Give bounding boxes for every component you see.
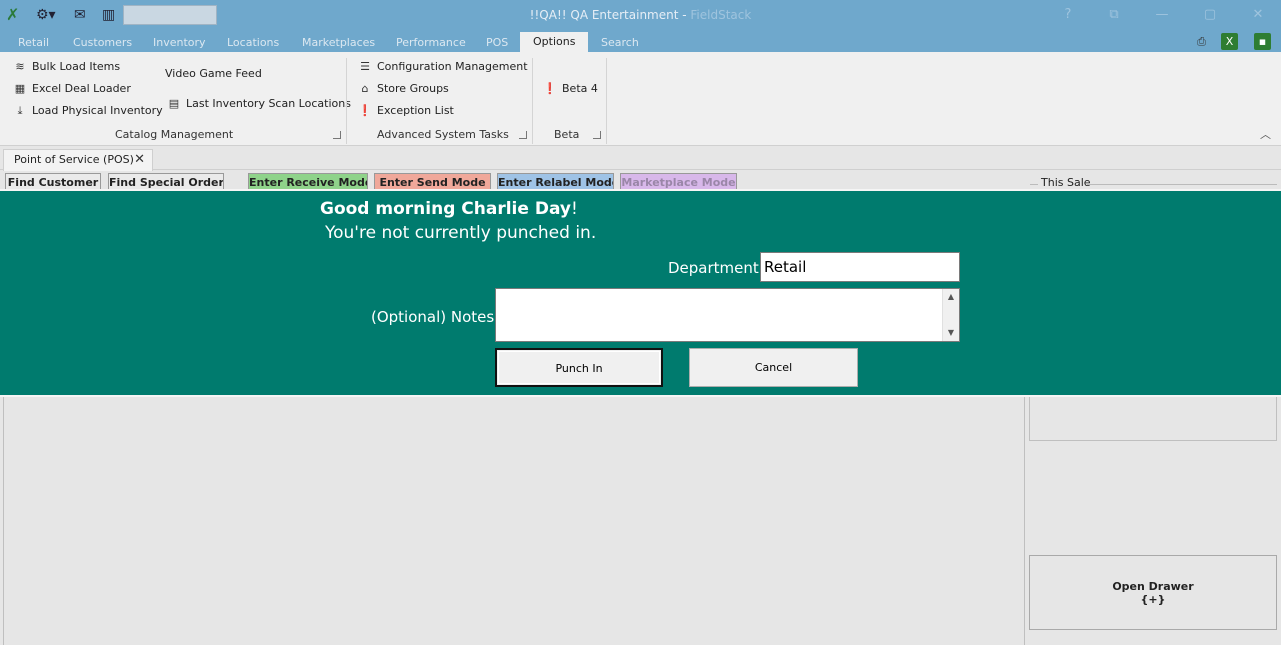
tab-inventory[interactable]: Inventory — [153, 34, 206, 52]
window-restore-icon[interactable]: ⧉ — [1104, 6, 1124, 24]
bulk-load-items-label: Bulk Load Items — [32, 60, 121, 73]
video-game-feed-label: Video Game Feed — [165, 67, 262, 80]
notes-label: (Optional) Notes: — [371, 308, 500, 326]
tab-options[interactable]: Options — [520, 32, 589, 52]
last-inventory-scan-locations-label: Last Inventory Scan Locations — [186, 97, 351, 110]
document-tab-strip: Point of Service (POS) ✕ — [0, 146, 1281, 171]
cancel-button[interactable]: Cancel — [689, 348, 858, 387]
beta-4-label: Beta 4 — [562, 82, 598, 95]
load-physical-inventory-label: Load Physical Inventory — [32, 104, 163, 117]
open-drawer-button[interactable]: Open Drawer {+} — [1029, 555, 1277, 630]
window-title: !!QA!! QA Entertainment - FieldStack — [0, 8, 1281, 22]
scroll-down-icon[interactable]: ▼ — [943, 326, 959, 340]
dolly-icon: ⤓ — [17, 104, 23, 117]
excel-deal-loader-button[interactable]: ▦ Excel Deal Loader — [12, 80, 131, 98]
catalog-management-label: Catalog Management — [115, 128, 234, 141]
store-groups-label: Store Groups — [377, 82, 449, 95]
list-icon: ☰ — [360, 60, 370, 73]
tab-marketplaces[interactable]: Marketplaces — [302, 34, 375, 52]
this-sale-frame-line — [1030, 184, 1038, 185]
tab-pos[interactable]: POS — [486, 34, 508, 52]
exclamation-icon: ❗ — [543, 82, 557, 95]
exception-list-button[interactable]: ❗ Exception List — [357, 102, 454, 120]
tab-performance[interactable]: Performance — [396, 34, 466, 52]
excel-export-icon[interactable]: X — [1221, 33, 1238, 50]
store-groups-button[interactable]: ⌂ Store Groups — [357, 80, 449, 98]
beta-launcher-icon[interactable] — [593, 131, 601, 139]
greeting-suffix: ! — [570, 199, 578, 219]
notes-box: ▲ ▼ — [495, 288, 960, 342]
pos-main-area — [3, 396, 1025, 645]
exception-list-label: Exception List — [377, 104, 454, 117]
configuration-management-label: Configuration Management — [377, 60, 528, 73]
department-label: Department: — [668, 259, 764, 277]
this-sale-frame-line — [1087, 184, 1277, 185]
open-drawer-label: Open Drawer — [1112, 580, 1194, 593]
greeting: Good morning Charlie Day! — [320, 199, 578, 219]
group-separator — [606, 58, 607, 144]
close-button[interactable]: ✕ — [1248, 6, 1268, 24]
load-physical-inventory-button[interactable]: ⤓ Load Physical Inventory — [12, 102, 163, 120]
database-icon: ≋ — [15, 60, 25, 73]
beta-group-label: Beta — [554, 128, 580, 141]
window-title-main: !!QA!! QA Entertainment - — [529, 8, 691, 22]
tab-locations[interactable]: Locations — [227, 34, 279, 52]
tab-retail[interactable]: Retail — [18, 34, 49, 52]
save-icon[interactable]: ▪ — [1254, 33, 1271, 50]
help-button[interactable]: ? — [1058, 6, 1078, 24]
catalog-launcher-icon[interactable] — [333, 131, 341, 139]
ribbon-panel: ≋ Bulk Load Items ▦ Excel Deal Loader ⤓ Loa… — [0, 52, 1281, 146]
minimize-button[interactable]: — — [1152, 6, 1172, 24]
print-icon[interactable]: ⎙ — [1193, 33, 1210, 50]
video-game-feed-button[interactable]: Video Game Feed — [165, 65, 262, 83]
group-separator — [532, 58, 533, 144]
window-title-app: FieldStack — [690, 8, 752, 22]
notes-scrollbar[interactable]: ▲ ▼ — [942, 289, 959, 341]
doc-tab-label: Point of Service (POS) — [14, 153, 134, 166]
punch-in-overlay: Good morning Charlie Day! You're not cur… — [0, 189, 1281, 397]
title-bar: ✗ ⚙▾ ✉ ▥ !!QA!! QA Entertainment - Field… — [0, 0, 1281, 31]
maximize-button[interactable]: ▢ — [1200, 6, 1220, 24]
exclamation-icon: ❗ — [358, 104, 372, 117]
last-inventory-scan-locations-button[interactable]: ▤ Last Inventory Scan Locations — [166, 95, 351, 113]
spreadsheet-icon: ▦ — [14, 82, 26, 95]
list-doc-icon: ▤ — [168, 97, 180, 110]
tab-search[interactable]: Search — [601, 34, 639, 52]
open-drawer-shortcut: {+} — [1140, 593, 1166, 606]
department-field[interactable] — [760, 252, 960, 282]
bulk-load-items-button[interactable]: ≋ Bulk Load Items — [12, 58, 120, 76]
ribbon-tab-bar: Retail Customers Inventory Locations Mar… — [0, 31, 1281, 52]
doc-tab-pos[interactable]: Point of Service (POS) ✕ — [3, 149, 153, 171]
close-tab-icon[interactable]: ✕ — [134, 150, 145, 170]
greeting-prefix: Good morning — [320, 199, 462, 219]
collapse-ribbon-icon[interactable]: ︿ — [1260, 126, 1271, 142]
tab-customers[interactable]: Customers — [73, 34, 132, 52]
punch-status: You're not currently punched in. — [325, 223, 597, 243]
sale-summary-box — [1029, 396, 1277, 441]
notes-textarea[interactable] — [496, 289, 942, 341]
excel-deal-loader-label: Excel Deal Loader — [32, 82, 131, 95]
punch-in-button[interactable]: Punch In — [495, 348, 663, 387]
beta-4-button[interactable]: ❗ Beta 4 — [542, 80, 598, 98]
advanced-launcher-icon[interactable] — [519, 131, 527, 139]
store-icon: ⌂ — [361, 82, 369, 95]
group-separator — [346, 58, 347, 144]
user-name: Charlie Day — [461, 199, 571, 219]
this-sale-label: This Sale — [1041, 176, 1091, 189]
advanced-system-tasks-label: Advanced System Tasks — [377, 128, 509, 141]
scroll-up-icon[interactable]: ▲ — [943, 290, 959, 304]
configuration-management-button[interactable]: ☰ Configuration Management — [357, 58, 528, 76]
